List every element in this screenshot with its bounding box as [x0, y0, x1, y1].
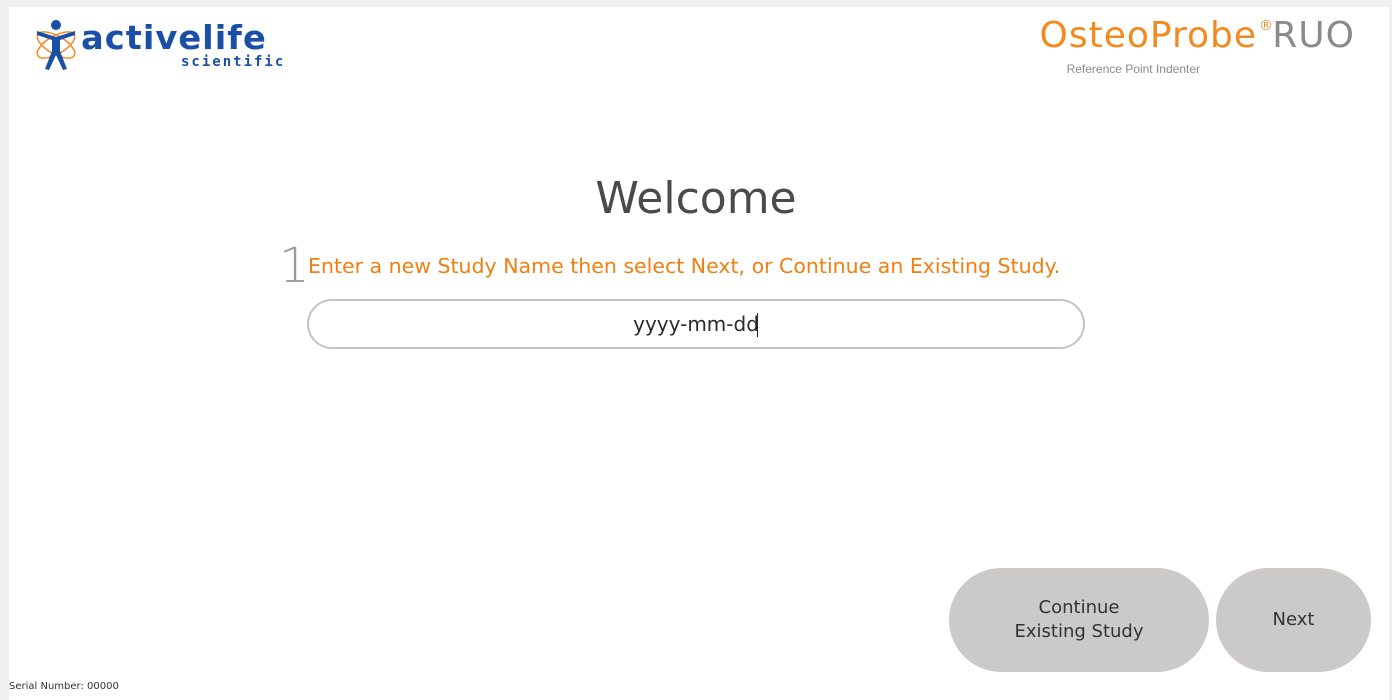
text-caret [757, 313, 758, 337]
figure-atom-icon [36, 20, 76, 70]
logo-subword: scientific [181, 54, 286, 70]
osteoprobe-logo: OsteoProbe ® RUO Reference Point Indente… [925, 18, 1355, 88]
registered-mark: ® [1259, 18, 1273, 34]
study-name-input[interactable] [307, 299, 1085, 349]
step-number: 1 [279, 238, 310, 294]
next-button[interactable]: Next [1216, 568, 1371, 672]
activelife-logo: activelife scientific [33, 17, 293, 73]
product-suffix: RUO [1272, 15, 1355, 56]
product-name: OsteoProbe [1039, 15, 1257, 56]
instruction-text: Enter a new Study Name then select Next,… [308, 254, 1061, 278]
product-tagline: Reference Point Indenter [1066, 62, 1200, 76]
logo-wordmark: activelife [81, 18, 267, 57]
page-title: Welcome [595, 173, 797, 224]
serial-number: Serial Number: 00000 [9, 681, 119, 692]
continue-existing-study-button[interactable]: Continue Existing Study [949, 568, 1209, 672]
